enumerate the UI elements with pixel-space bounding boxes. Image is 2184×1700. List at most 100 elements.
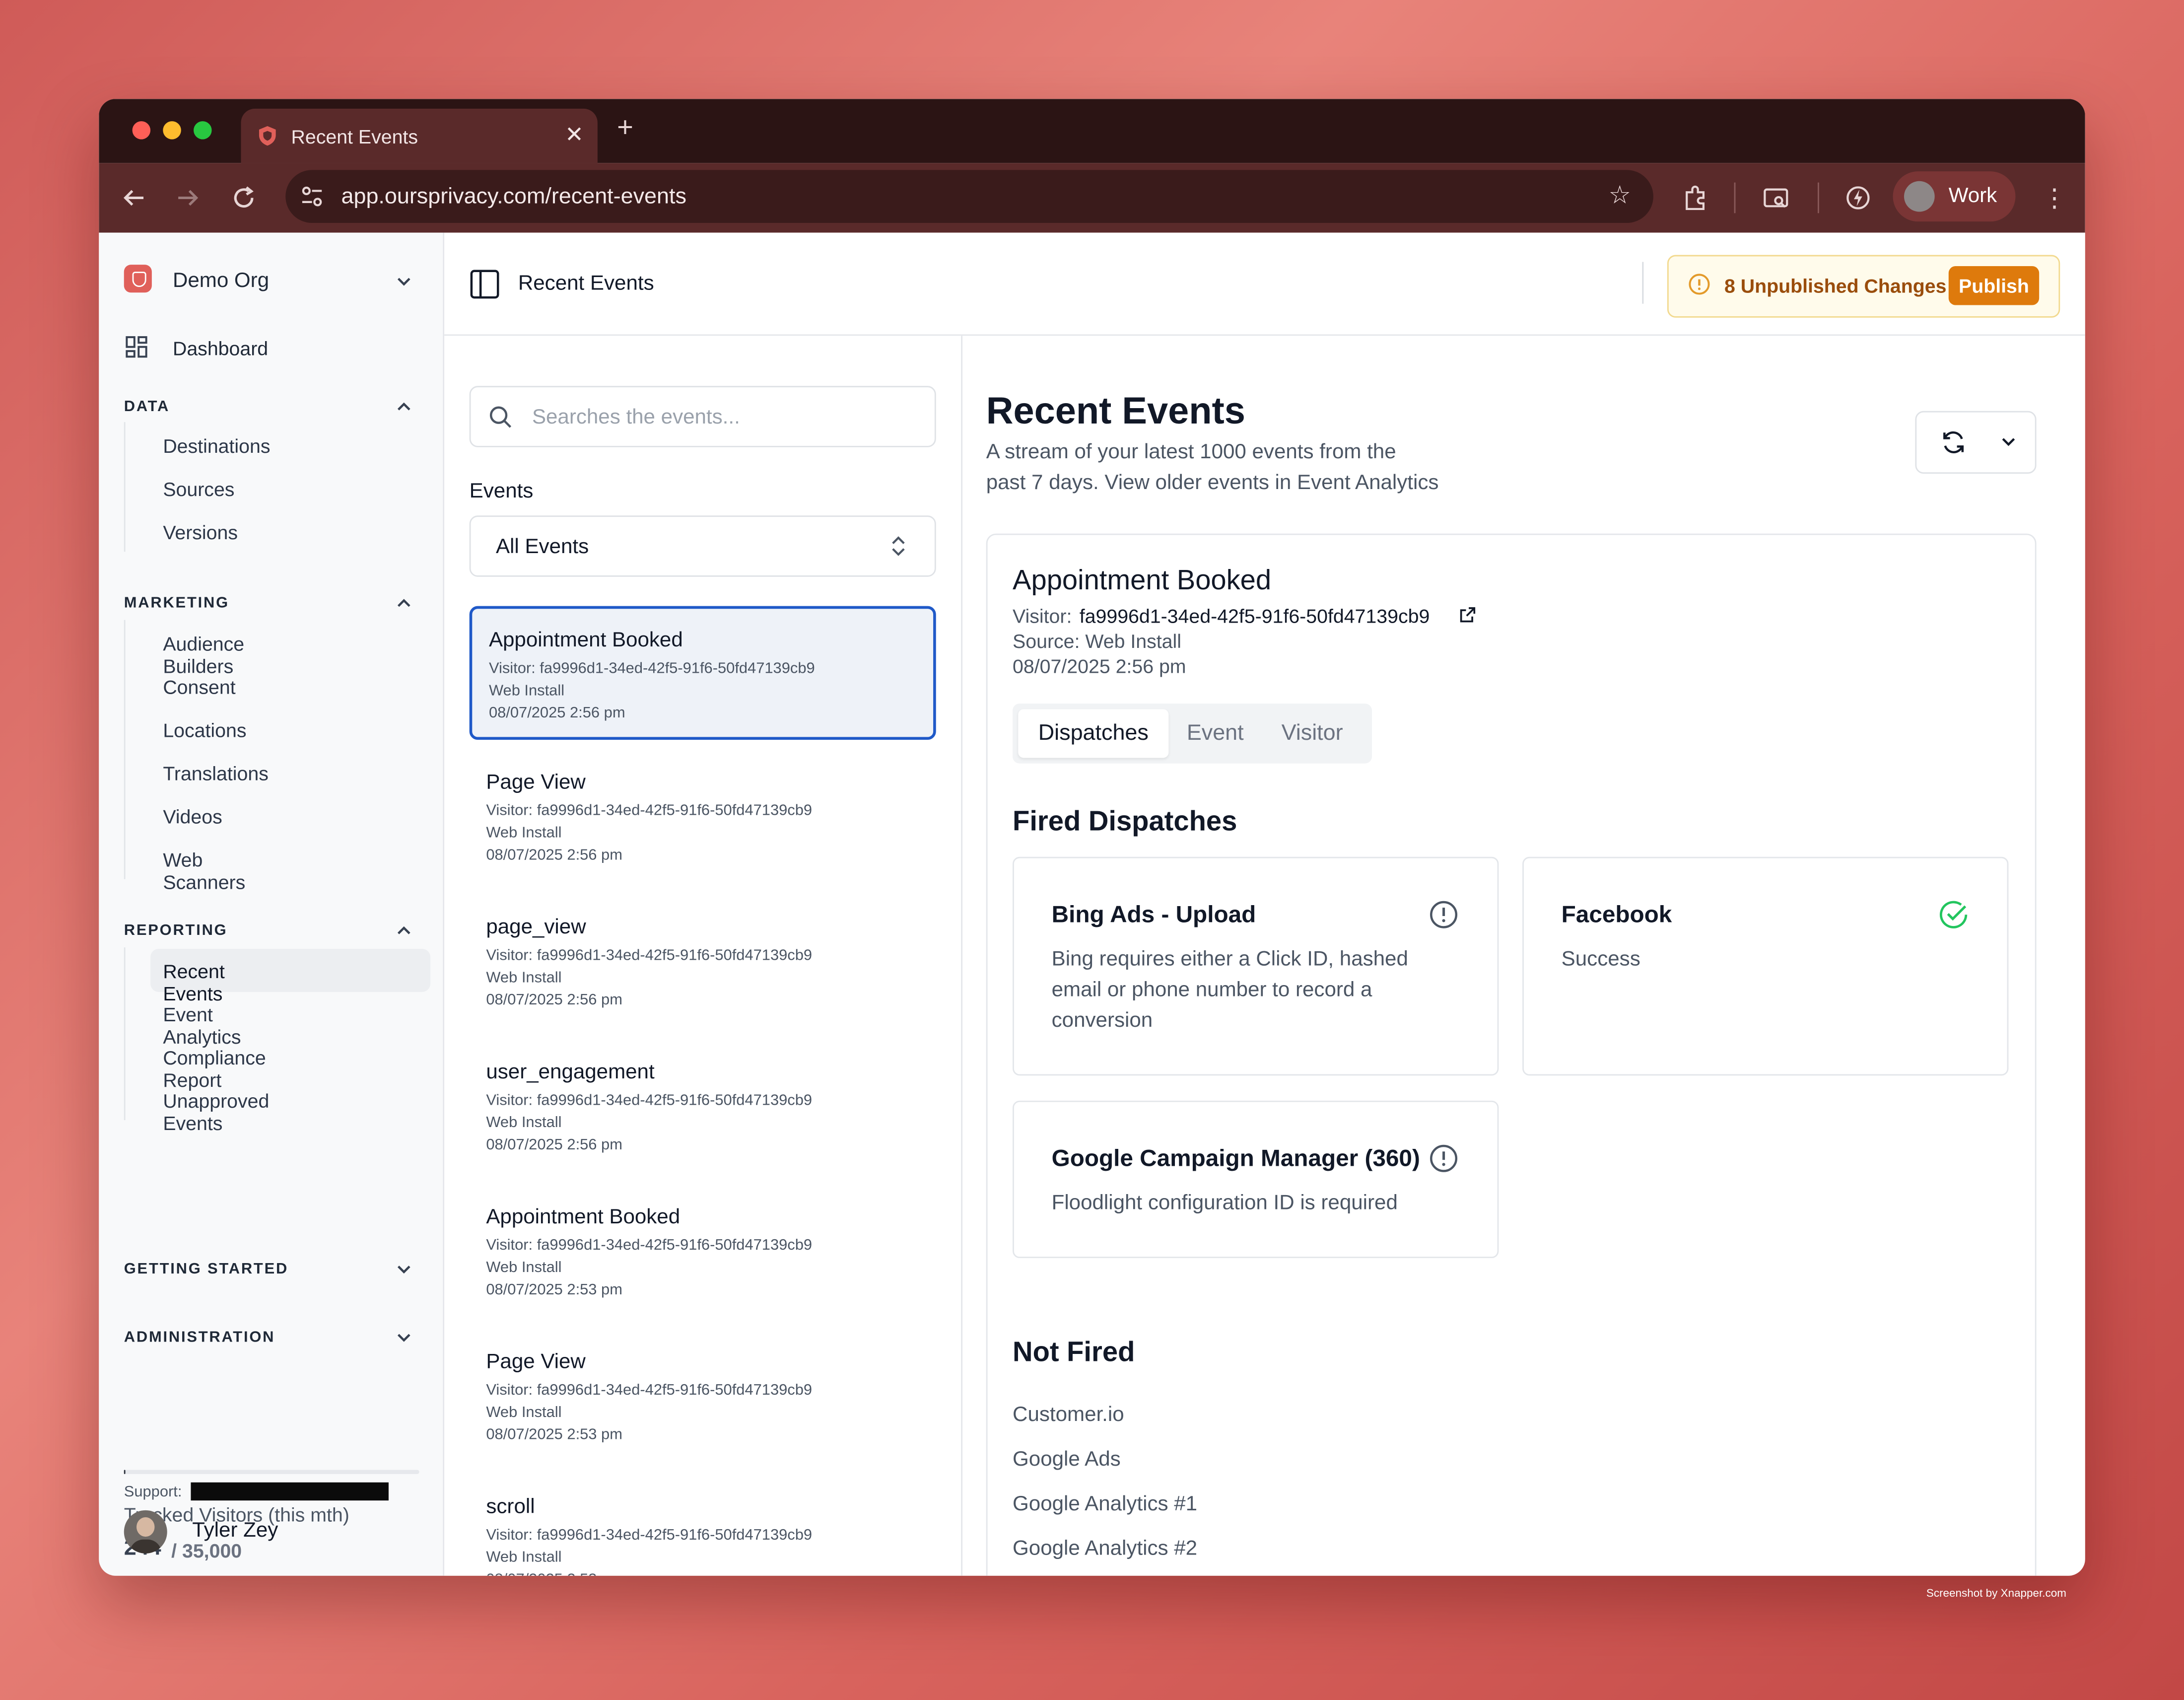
event-visitor: Visitor: fa9996d1-34ed-42f5-91f6-50fd471… — [486, 947, 813, 964]
section-getting-started-title[interactable]: GETTING STARTED — [124, 1261, 288, 1278]
page-title: Recent Events — [518, 272, 654, 295]
user-name[interactable]: Tyler Zey — [192, 1519, 278, 1543]
user-avatar[interactable] — [124, 1510, 167, 1554]
chevron-up-down-icon — [892, 536, 905, 556]
event-list-item[interactable]: scroll Visitor: fa9996d1-34ed-42f5-91f6-… — [470, 1476, 936, 1576]
minimize-window-button[interactable] — [163, 121, 181, 140]
browser-menu-icon[interactable]: ⋮ — [2042, 184, 2067, 213]
publish-button[interactable]: Publish — [1948, 266, 2040, 305]
sidebar-item-videos[interactable]: Videos — [163, 805, 222, 828]
event-list-item[interactable]: Appointment Booked Visitor: fa9996d1-34e… — [469, 606, 936, 740]
dispatch-card[interactable]: Bing Ads - Upload Bing requires either a… — [1013, 856, 1499, 1076]
bookmark-star-icon[interactable]: ☆ — [1609, 181, 1631, 211]
new-tab-icon[interactable]: + — [617, 113, 633, 145]
event-source: Web Install — [488, 682, 565, 700]
sidebar-item-event-analytics[interactable]: Event Analytics — [163, 1003, 241, 1048]
external-link-icon[interactable] — [1458, 606, 1476, 624]
header-divider — [1642, 262, 1644, 304]
dispatch-card[interactable]: Facebook Success — [1522, 856, 2009, 1076]
search-icon — [489, 406, 512, 428]
tab-visitor[interactable]: Visitor — [1282, 709, 1343, 758]
event-list-item[interactable]: Appointment Booked Visitor: fa9996d1-34e… — [470, 1186, 936, 1319]
tab-dispatches[interactable]: Dispatches — [1018, 709, 1169, 758]
not-fired-item: Google Analytics #1 — [1013, 1492, 1198, 1516]
sidebar-item-sources[interactable]: Sources — [163, 478, 234, 500]
sidebar-item-compliance-report[interactable]: Compliance Report — [163, 1046, 266, 1091]
sidebar-toggle-icon[interactable] — [470, 269, 500, 300]
site-settings-icon[interactable] — [299, 184, 325, 209]
close-window-button[interactable] — [132, 121, 151, 140]
browser-tab[interactable]: Recent Events ✕ — [241, 108, 598, 163]
profile-button[interactable]: Work — [1893, 171, 2016, 222]
chevron-down-icon — [397, 278, 410, 286]
chevron-down-icon[interactable] — [2000, 433, 2017, 450]
event-list-item[interactable]: page_view Visitor: fa9996d1-34ed-42f5-91… — [470, 896, 936, 1029]
section-reporting-title[interactable]: REPORTING — [124, 922, 228, 939]
sidebar-item-locations[interactable]: Locations — [163, 719, 246, 741]
detail-subtitle-line-2: past 7 days. View older events in Event … — [986, 471, 1439, 495]
forward-icon[interactable] — [176, 185, 201, 211]
refresh-button-group — [1915, 411, 2037, 474]
tab-search-icon[interactable] — [1762, 184, 1790, 212]
warning-icon — [1689, 274, 1710, 295]
section-administration-title[interactable]: ADMINISTRATION — [124, 1329, 275, 1346]
sidebar-item-translations[interactable]: Translations — [163, 762, 269, 784]
sidebar-item-destinations[interactable]: Destinations — [163, 435, 270, 457]
chevron-down-icon[interactable] — [396, 1329, 412, 1346]
event-time: 08/07/2025 2:53 pm — [486, 1571, 622, 1575]
event-list-item[interactable]: Page View Visitor: fa9996d1-34ed-42f5-91… — [470, 751, 936, 884]
chevron-up-icon[interactable] — [396, 399, 412, 416]
search-input[interactable]: Searches the events... — [469, 386, 936, 447]
event-title: Appointment Booked — [488, 628, 683, 652]
sidebar-item-audience-builders[interactable]: Audience Builders — [163, 633, 244, 677]
section-data-title[interactable]: DATA — [124, 399, 170, 416]
not-fired-item: Google Analytics #2 — [1013, 1537, 1198, 1560]
events-filter-label: Events — [469, 479, 534, 503]
event-list-item[interactable]: Page View Visitor: fa9996d1-34ed-42f5-91… — [470, 1331, 936, 1464]
sidebar-item-versions[interactable]: Versions — [163, 521, 238, 543]
fired-dispatches-heading: Fired Dispatches — [1013, 806, 1237, 838]
event-source: Web Install — [486, 1404, 562, 1421]
tab-event[interactable]: Event — [1187, 709, 1244, 758]
url-text: app.oursprivacy.com/recent-events — [341, 185, 686, 209]
reload-icon[interactable] — [231, 185, 257, 211]
event-time: 08/07/2025 2:56 pm — [486, 847, 622, 864]
detail-subtitle-line-1: A stream of your latest 1000 events from… — [986, 440, 1396, 464]
event-detail-source: Source: Web Install — [1013, 630, 1181, 652]
events-filter-select[interactable]: All Events — [469, 515, 936, 577]
address-bar[interactable]: app.oursprivacy.com/recent-events ☆ — [285, 170, 1653, 223]
chevron-down-icon[interactable] — [396, 1261, 412, 1278]
event-source: Web Install — [486, 970, 562, 987]
support-label: Support: — [124, 1484, 182, 1501]
section-marketing-title[interactable]: MARKETING — [124, 595, 229, 612]
event-title: Page View — [486, 1350, 586, 1374]
zoom-window-button[interactable] — [194, 121, 212, 140]
sidebar-item-web-scanners[interactable]: Web Scanners — [163, 849, 245, 893]
event-list-item[interactable]: user_engagement Visitor: fa9996d1-34ed-4… — [470, 1041, 936, 1174]
sidebar-item-unapproved-events[interactable]: Unapproved Events — [163, 1089, 269, 1134]
tracked-visitors-progress-fill — [124, 1470, 126, 1474]
chevron-up-icon[interactable] — [396, 922, 412, 939]
org-logo-icon — [124, 265, 152, 293]
performance-icon[interactable] — [1844, 184, 1872, 212]
refresh-icon[interactable] — [1940, 429, 1967, 455]
extensions-icon[interactable] — [1681, 184, 1709, 212]
event-source: Web Install — [486, 1549, 562, 1566]
dispatch-description: Bing requires either a Click ID, hashed … — [1052, 945, 1408, 1037]
chevron-up-icon[interactable] — [396, 595, 412, 612]
dispatch-card[interactable]: Google Campaign Manager (360) Floodlight… — [1013, 1100, 1499, 1258]
watermark: Screenshot by Xnapper.com — [1926, 1587, 2066, 1600]
profile-avatar — [1904, 181, 1935, 212]
dispatch-name: Bing Ads - Upload — [1051, 901, 1256, 928]
event-detail-visitor-link[interactable]: fa9996d1-34ed-42f5-91f6-50fd47139cb9 — [1080, 605, 1430, 627]
event-title: Appointment Booked — [486, 1205, 681, 1229]
tab-close-icon[interactable]: ✕ — [565, 121, 584, 149]
browser-window: Recent Events ✕ + app.oursprivacy.com/re… — [99, 99, 2085, 1576]
event-title: page_view — [486, 915, 586, 939]
back-icon[interactable] — [121, 185, 146, 211]
event-title: user_engagement — [486, 1060, 655, 1084]
warning-circle-icon — [1430, 901, 1458, 928]
profile-label: Work — [1948, 184, 1997, 208]
sidebar-item-consent[interactable]: Consent — [163, 676, 235, 698]
sidebar-item-recent-events[interactable]: Recent Events — [163, 960, 224, 1004]
